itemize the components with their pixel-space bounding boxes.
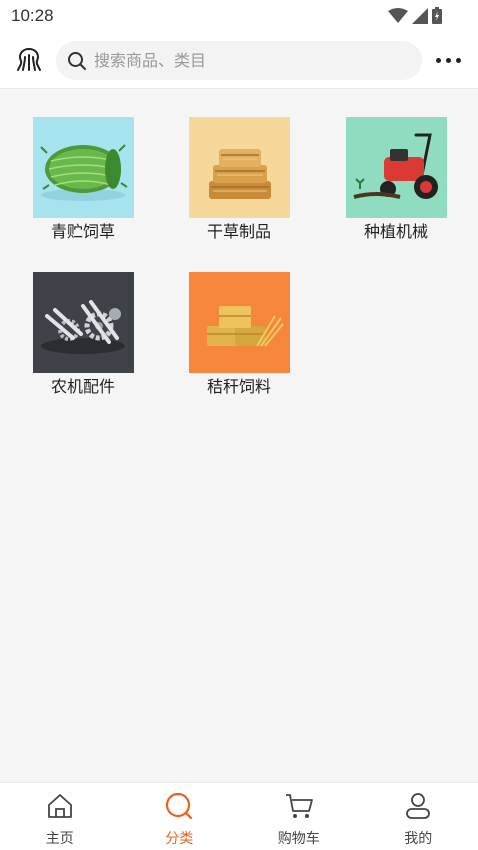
cart-icon (285, 794, 313, 818)
machine-parts-image (32, 272, 134, 373)
signal-icon (412, 7, 428, 24)
category-item-machinery[interactable]: 种植机械 (336, 117, 456, 242)
tab-label: 我的 (404, 831, 433, 847)
category-label: 农机配件 (50, 377, 115, 396)
silage-grass-bale-image (32, 117, 134, 218)
category-item-straw[interactable]: 秸秆饲料 (179, 272, 299, 397)
wifi-icon (388, 7, 408, 23)
category-label: 种植机械 (363, 222, 428, 241)
hay-bundles-image (188, 117, 290, 218)
tab-bar: 主页 分类 购物车 我的 (0, 782, 478, 850)
battery-icon (432, 7, 442, 24)
category-label: 青贮饲草 (50, 222, 115, 241)
tab-category[interactable]: 分类 (120, 783, 240, 850)
logo-icon[interactable] (14, 46, 44, 74)
status-icons (388, 7, 442, 24)
search-box[interactable] (56, 41, 422, 80)
tab-label: 购物车 (277, 831, 320, 847)
search-input[interactable] (94, 41, 404, 80)
straw-bales-image (188, 272, 290, 373)
home-icon (47, 794, 72, 818)
more-icon[interactable] (436, 52, 464, 68)
search-icon (68, 52, 86, 70)
category-search-icon (166, 792, 193, 820)
tab-home[interactable]: 主页 (0, 783, 120, 850)
user-icon (406, 793, 431, 819)
red-tiller-machine-image (345, 117, 447, 218)
status-bar: 10:28 (0, 0, 478, 32)
tab-cart[interactable]: 购物车 (239, 783, 359, 850)
tab-label: 主页 (45, 831, 74, 847)
status-time: 10:28 (11, 6, 54, 25)
tab-label: 分类 (165, 831, 194, 847)
category-item-parts[interactable]: 农机配件 (23, 272, 143, 397)
category-item-hay[interactable]: 干草制品 (179, 117, 299, 242)
category-label: 干草制品 (206, 222, 271, 241)
tab-profile[interactable]: 我的 (359, 783, 478, 850)
header (0, 32, 478, 89)
category-item-silage[interactable]: 青贮饲草 (23, 117, 143, 242)
category-label: 秸秆饲料 (206, 377, 271, 396)
